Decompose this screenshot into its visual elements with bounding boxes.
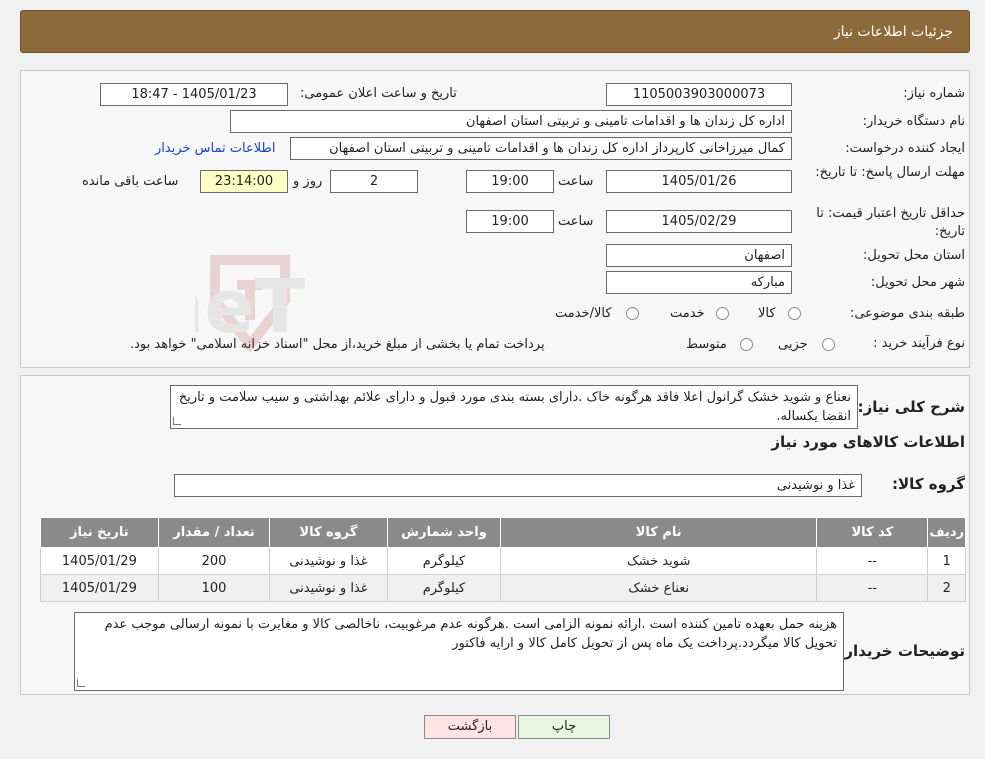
- category-radio-service[interactable]: [716, 307, 729, 320]
- buyer-notes-label: توضیحات خریدار:: [838, 642, 965, 660]
- category-radio-goods[interactable]: [788, 307, 801, 320]
- back-button[interactable]: بازگشت: [424, 715, 516, 739]
- cell-quantity: 200: [157, 547, 271, 575]
- category-option-service: خدمت: [670, 306, 705, 321]
- cell-unit: کیلوگرم: [386, 574, 502, 602]
- cell-date: 1405/01/29: [40, 547, 159, 575]
- process-option-medium: متوسط: [686, 337, 727, 352]
- city-field: مبارکه: [606, 271, 792, 294]
- need-number-field: 1105003903000073: [606, 83, 792, 106]
- cell-group: غذا و نوشیدنی: [269, 547, 388, 575]
- cell-row: 1: [927, 547, 966, 575]
- province-label: استان محل تحویل:: [863, 248, 965, 263]
- table-row: 2 -- نعناع خشک کیلوگرم غذا و نوشیدنی 100…: [40, 574, 966, 602]
- col-unit: واحد شمارش: [386, 517, 502, 548]
- col-group: گروه کالا: [269, 517, 388, 548]
- page-title: جزئیات اطلاعات نیاز: [833, 24, 953, 40]
- goods-group-label: گروه کالا:: [892, 475, 965, 493]
- city-label: شهر محل تحویل:: [870, 275, 965, 290]
- page-header: جزئیات اطلاعات نیاز: [20, 10, 970, 53]
- goods-section-title: اطلاعات کالاهای مورد نیاز: [771, 433, 965, 451]
- deadline-label: مهلت ارسال پاسخ: تا تاریخ:: [815, 165, 965, 180]
- deadline-time-label: ساعت: [558, 174, 594, 189]
- buyer-notes-resize-handle[interactable]: [77, 679, 85, 687]
- cell-name: نعناع خشک: [500, 574, 818, 602]
- remaining-label: ساعت باقی مانده: [82, 174, 179, 189]
- cell-group: غذا و نوشیدنی: [269, 574, 388, 602]
- category-option-goods-service: کالا/خدمت: [555, 306, 612, 321]
- deadline-date-field: 1405/01/26: [606, 170, 792, 193]
- description-field: نعناع و شوید خشک گرانول اعلا فاقد هرگونه…: [170, 385, 858, 429]
- cell-name: شوید خشک: [500, 547, 818, 575]
- cell-unit: کیلوگرم: [386, 547, 502, 575]
- validity-time-label: ساعت: [558, 214, 594, 229]
- need-number-label: شماره نیاز:: [903, 86, 965, 101]
- description-resize-handle[interactable]: [173, 417, 181, 425]
- buyer-org-label: نام دستگاه خریدار:: [862, 114, 965, 129]
- col-name: نام کالا: [500, 517, 818, 548]
- cell-row: 2: [927, 574, 966, 602]
- process-option-minor: جزیی: [778, 337, 808, 352]
- validity-time-field: 19:00: [466, 210, 554, 233]
- days-label: روز و: [293, 174, 323, 189]
- cell-code: --: [816, 574, 929, 602]
- process-note: پرداخت تمام یا بخشی از مبلغ خرید،از محل …: [130, 337, 545, 352]
- process-radio-minor[interactable]: [822, 338, 835, 351]
- buyer-contact-link[interactable]: اطلاعات تماس خریدار: [155, 138, 275, 160]
- validity-label: حداقل تاریخ اعتبار قیمت: تا تاریخ:: [816, 206, 965, 239]
- process-label: نوع فرآیند خرید :: [873, 336, 965, 351]
- process-radio-medium[interactable]: [740, 338, 753, 351]
- announce-field: 1405/01/23 - 18:47: [100, 83, 288, 106]
- table-row: 1 -- شوید خشک کیلوگرم غذا و نوشیدنی 200 …: [40, 547, 966, 575]
- province-field: اصفهان: [606, 244, 792, 267]
- category-option-goods: کالا: [758, 306, 776, 321]
- requester-field: کمال میرزاخانی کارپرداز اداره کل زندان ه…: [290, 137, 792, 160]
- days-field: 2: [330, 170, 418, 193]
- category-radio-goods-service[interactable]: [626, 307, 639, 320]
- col-date: تاریخ نیاز: [40, 517, 159, 548]
- col-quantity: تعداد / مقدار: [157, 517, 271, 548]
- goods-table: ردیف کد کالا نام کالا واحد شمارش گروه کا…: [40, 517, 966, 602]
- buyer-notes-field: هزینه حمل بعهده تامین کننده است .ارائه ن…: [74, 612, 844, 691]
- category-label: طبقه بندی موضوعی:: [849, 306, 965, 321]
- col-row: ردیف: [927, 517, 966, 548]
- description-label: شرح کلی نیاز:: [857, 398, 965, 416]
- validity-date-field: 1405/02/29: [606, 210, 792, 233]
- announce-label: تاریخ و ساعت اعلان عمومی:: [300, 86, 457, 101]
- buyer-org-field: اداره کل زندان ها و اقدامات تامینی و ترب…: [230, 110, 792, 133]
- cell-quantity: 100: [157, 574, 271, 602]
- print-button[interactable]: چاپ: [518, 715, 610, 739]
- cell-code: --: [816, 547, 929, 575]
- remaining-time-field: 23:14:00: [200, 170, 288, 193]
- cell-date: 1405/01/29: [40, 574, 159, 602]
- requester-label: ایجاد کننده درخواست:: [845, 141, 965, 156]
- deadline-time-field: 19:00: [466, 170, 554, 193]
- goods-group-field: غذا و نوشیدنی: [174, 474, 862, 497]
- goods-table-header: ردیف کد کالا نام کالا واحد شمارش گروه کا…: [40, 517, 966, 548]
- col-code: کد کالا: [816, 517, 929, 548]
